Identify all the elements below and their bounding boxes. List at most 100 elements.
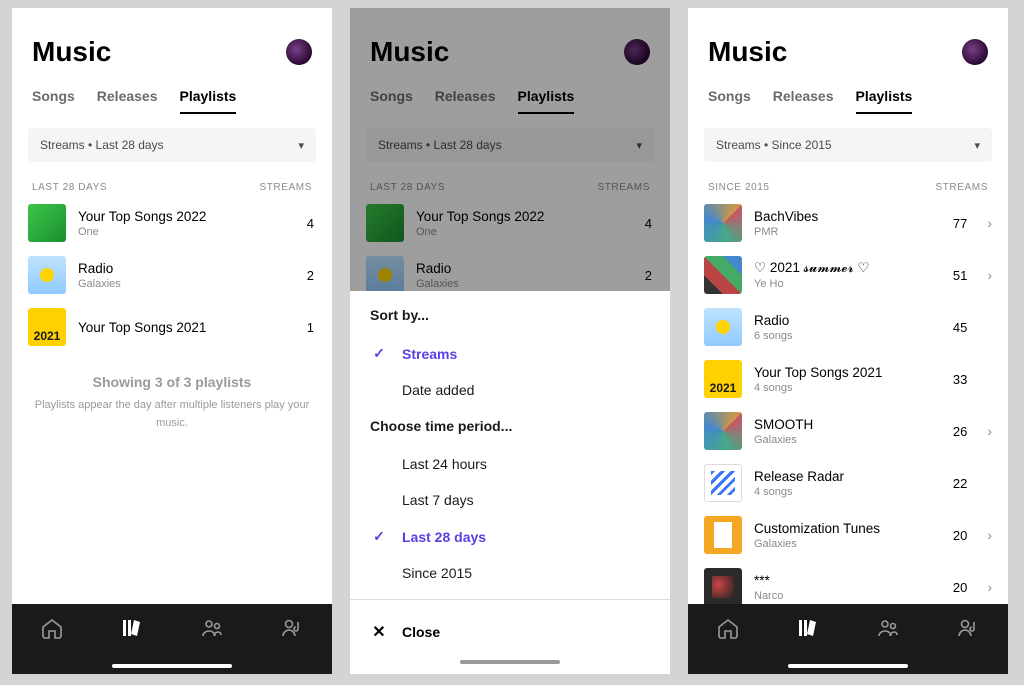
playlist-name: Customization Tunes: [754, 521, 941, 536]
playlist-cover: [704, 516, 742, 554]
stream-count: 51: [953, 268, 969, 283]
stream-count: 33: [953, 372, 969, 387]
playlist-sub: Narco: [754, 590, 941, 602]
bottom-nav: [688, 604, 1008, 674]
artist-icon[interactable]: [956, 616, 980, 640]
period-title: Choose time period...: [370, 418, 650, 434]
stream-count: 77: [953, 216, 969, 231]
list-item[interactable]: *** Narco 20 ›: [704, 567, 992, 607]
tab-releases[interactable]: Releases: [773, 88, 834, 114]
avatar[interactable]: [286, 39, 312, 65]
streams-header: STREAMS: [259, 182, 312, 193]
tabs: Songs Releases Playlists: [688, 74, 1008, 114]
period-option-7d[interactable]: Last 7 days: [370, 482, 650, 518]
filter-dropdown[interactable]: Streams • Last 28 days ▾: [28, 128, 316, 162]
playlist-meta: Customization Tunes Galaxies: [754, 521, 941, 550]
home-icon[interactable]: [716, 616, 740, 640]
library-icon[interactable]: [796, 616, 820, 640]
playlist-meta: BachVibesPMR: [754, 209, 941, 238]
playlist-name: Your Top Songs 2021: [754, 365, 941, 380]
home-icon[interactable]: [40, 616, 64, 640]
stream-count: 22: [953, 476, 969, 491]
playlist-sub: Galaxies: [754, 538, 941, 550]
list-item[interactable]: 2021Your Top Songs 20214 songs33›: [704, 359, 992, 399]
tab-playlists[interactable]: Playlists: [856, 88, 913, 114]
sort-option-streams[interactable]: ✓ Streams: [370, 335, 650, 372]
table-header: SINCE 2015 STREAMS: [688, 162, 1008, 203]
playlist-sub: PMR: [754, 226, 941, 238]
sort-option-date-added[interactable]: Date added: [370, 372, 650, 408]
playlist-cover: [28, 256, 66, 294]
artist-icon[interactable]: [280, 616, 304, 640]
list-item[interactable]: Radio6 songs45›: [704, 307, 992, 347]
list-item[interactable]: Customization TunesGalaxies20›: [704, 515, 992, 555]
playlist-meta: Radio6 songs: [754, 313, 941, 342]
option-label: Last 28 days: [402, 529, 486, 545]
stream-count: 20: [953, 580, 969, 595]
playlist-cover: [28, 204, 66, 242]
screen-1: Music Songs Releases Playlists Streams •…: [12, 8, 332, 674]
playlist-name: Your Top Songs 2021: [78, 320, 295, 335]
audience-icon[interactable]: [876, 616, 900, 640]
playlist-name: Release Radar: [754, 469, 941, 484]
list-item[interactable]: BachVibesPMR77›: [704, 203, 992, 243]
close-button[interactable]: ✕ Close: [370, 608, 650, 650]
playlist-name: Radio: [754, 313, 941, 328]
chevron-right-icon: ›: [987, 579, 992, 595]
list-item[interactable]: ♡ 2021 𝓼𝓾𝓶𝓶𝓮𝓻 ♡Ye Ho51›: [704, 255, 992, 295]
footer-note: Showing 3 of 3 playlists Playlists appea…: [12, 347, 332, 433]
check-icon: ✓: [370, 345, 388, 362]
list-item[interactable]: Your Top Songs 2022 One 4: [28, 203, 316, 243]
tabs: Songs Releases Playlists: [12, 74, 332, 114]
sort-sheet: Sort by... ✓ Streams Date added Choose t…: [350, 291, 670, 674]
playlist-name: ***: [754, 573, 941, 588]
playlist-sub: One: [78, 226, 295, 238]
playlist-name: ♡ 2021 𝓼𝓾𝓶𝓶𝓮𝓻 ♡: [754, 260, 941, 276]
option-label: Date added: [402, 382, 474, 398]
screen-2: Music Songs Releases Playlists Streams •…: [350, 8, 670, 674]
sheet-handle[interactable]: [460, 660, 560, 664]
audience-icon[interactable]: [200, 616, 224, 640]
playlist-cover: [704, 256, 742, 294]
tab-releases[interactable]: Releases: [97, 88, 158, 114]
playlist-meta: Your Top Songs 20214 songs: [754, 365, 941, 394]
list-item[interactable]: Radio Galaxies 2: [28, 255, 316, 295]
close-label: Close: [402, 624, 440, 640]
streams-header: STREAMS: [935, 182, 988, 193]
screen-3: Music Songs Releases Playlists Streams •…: [688, 8, 1008, 674]
library-icon[interactable]: [120, 616, 144, 640]
playlist-list: Your Top Songs 2022 One 4 Radio Galaxies…: [12, 203, 332, 347]
filter-dropdown[interactable]: Streams • Since 2015 ▾: [704, 128, 992, 162]
stream-count: 45: [953, 320, 969, 335]
period-header: LAST 28 DAYS: [32, 182, 107, 193]
page-title: Music: [708, 36, 787, 68]
list-item[interactable]: Release Radar4 songs22›: [704, 463, 992, 503]
playlist-sub: Galaxies: [754, 434, 941, 446]
check-icon: ✓: [370, 528, 388, 545]
header: Music: [12, 8, 332, 74]
list-item[interactable]: SMOOTHGalaxies26›: [704, 411, 992, 451]
tab-songs[interactable]: Songs: [32, 88, 75, 114]
table-header: LAST 28 DAYS STREAMS: [12, 162, 332, 203]
playlist-meta: Your Top Songs 2021: [78, 320, 295, 335]
stream-count: 26: [953, 424, 969, 439]
playlist-sub: Ye Ho: [754, 278, 941, 290]
tab-playlists[interactable]: Playlists: [180, 88, 237, 114]
option-label: Last 7 days: [402, 492, 474, 508]
page-title: Music: [32, 36, 111, 68]
playlist-cover: 2021: [704, 360, 742, 398]
avatar[interactable]: [962, 39, 988, 65]
option-label: Since 2015: [402, 565, 472, 581]
list-item[interactable]: 2021 Your Top Songs 2021 1: [28, 307, 316, 347]
period-option-24h[interactable]: Last 24 hours: [370, 446, 650, 482]
close-icon: ✕: [370, 622, 388, 642]
stream-count: 20: [953, 528, 969, 543]
footer-sub: Playlists appear the day after multiple …: [35, 399, 310, 429]
tab-songs[interactable]: Songs: [708, 88, 751, 114]
playlist-meta: Your Top Songs 2022 One: [78, 209, 295, 238]
caret-down-icon: ▾: [974, 139, 980, 152]
period-option-since-2015[interactable]: Since 2015: [370, 555, 650, 591]
filter-label: Streams • Last 28 days: [40, 138, 164, 152]
playlist-meta: *** Narco: [754, 573, 941, 602]
period-option-28d[interactable]: ✓ Last 28 days: [370, 518, 650, 555]
